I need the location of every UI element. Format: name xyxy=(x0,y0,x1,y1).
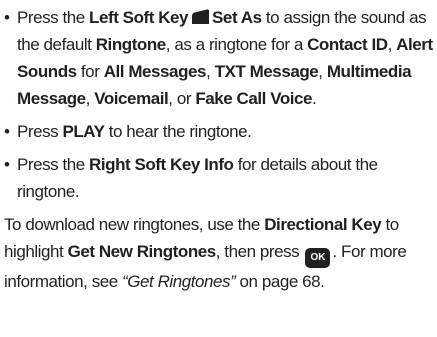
text-run: , xyxy=(85,89,95,108)
text-run: To download new ringtones, use the xyxy=(4,215,265,234)
bullet-marker: • xyxy=(4,122,10,141)
text-run: to hear the ringtone. xyxy=(104,122,252,141)
text-run: Press the xyxy=(17,8,90,27)
bullet-marker: • xyxy=(4,155,10,174)
cross-reference: “Get Ringtones” xyxy=(122,272,236,291)
bold-term: All Messages xyxy=(103,62,207,81)
text-run: , then press xyxy=(215,242,304,261)
bold-term: Voicemail xyxy=(94,89,169,108)
bold-term: Contact ID xyxy=(307,35,388,54)
text-run: Press the xyxy=(17,155,90,174)
bold-term: PLAY xyxy=(62,122,105,141)
text-run: , xyxy=(318,62,327,81)
instruction-list: • Press the Left Soft Key Set As to assig… xyxy=(4,4,433,205)
bold-term: Directional Key xyxy=(264,215,382,234)
text-run: for xyxy=(76,62,104,81)
instruction-text: Press the Right Soft Key Info for detail… xyxy=(17,155,378,201)
bold-term: Fake Call Voice xyxy=(195,89,313,108)
bold-term: Ringtone xyxy=(95,35,167,54)
text-run: , or xyxy=(168,89,196,108)
ok-key-icon: OK xyxy=(305,248,331,268)
bold-term: TXT Message xyxy=(214,62,319,81)
instruction-set-as: • Press the Left Soft Key Set As to assig… xyxy=(4,4,433,112)
bold-term: Set As xyxy=(212,8,262,27)
bold-term: Right Soft Key Info xyxy=(89,155,234,174)
manual-page: • Press the Left Soft Key Set As to assig… xyxy=(0,0,437,337)
text-run: , as a ringtone for a xyxy=(165,35,308,54)
instruction-text: Press PLAY to hear the ringtone. xyxy=(17,122,252,141)
left-soft-key-icon xyxy=(192,9,210,24)
bullet-marker: • xyxy=(4,8,10,27)
bold-term: Get New Ringtones xyxy=(67,242,217,261)
text-run: on page 68. xyxy=(235,272,325,291)
text-run: , xyxy=(387,35,397,54)
instruction-info: • Press the Right Soft Key Info for deta… xyxy=(4,151,433,205)
download-paragraph: To download new ringtones, use the Direc… xyxy=(4,211,433,295)
text-run: , xyxy=(206,62,215,81)
text-run: Press xyxy=(17,122,63,141)
text-run: . xyxy=(312,89,317,108)
instruction-play: • Press PLAY to hear the ringtone. xyxy=(4,118,433,145)
instruction-text: Press the Left Soft Key Set As to assign … xyxy=(17,8,433,108)
bold-term: Left Soft Key xyxy=(89,8,189,27)
